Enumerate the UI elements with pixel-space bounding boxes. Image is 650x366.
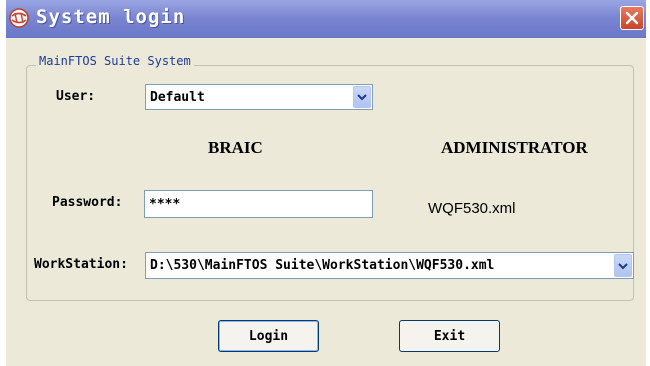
- user-label: User:: [56, 89, 96, 104]
- password-value: ****: [149, 196, 181, 212]
- user-dropdown-button[interactable]: [353, 86, 371, 108]
- workstation-dropdown-button[interactable]: [614, 254, 632, 277]
- user-select[interactable]: Default: [145, 84, 373, 110]
- workstation-select-value: D:\530\MainFTOS Suite\WorkStation\WQF530…: [150, 258, 495, 273]
- workstation-select[interactable]: D:\530\MainFTOS Suite\WorkStation\WQF530…: [145, 252, 634, 279]
- config-file-name: WQF530.xml: [428, 200, 516, 217]
- app-globe-icon: [9, 8, 29, 28]
- chevron-down-icon: [618, 262, 628, 269]
- window-title: System login: [36, 6, 186, 28]
- login-button[interactable]: Login: [218, 320, 319, 352]
- role-heading: ADMINISTRATOR: [441, 138, 588, 157]
- organization-heading: BRAIC: [208, 138, 263, 157]
- close-icon: [625, 11, 639, 25]
- password-label: Password:: [52, 195, 123, 210]
- exit-button[interactable]: Exit: [399, 320, 500, 352]
- title-bar[interactable]: System login: [6, 0, 646, 38]
- chevron-down-icon: [357, 94, 367, 101]
- group-legend: MainFTOS Suite System: [36, 54, 194, 68]
- workstation-label: WorkStation:: [34, 257, 128, 272]
- password-field[interactable]: ****: [144, 190, 373, 218]
- close-button[interactable]: [620, 6, 644, 30]
- user-select-value: Default: [150, 89, 205, 105]
- login-window: System login MainFTOS Suite System User:…: [6, 0, 646, 366]
